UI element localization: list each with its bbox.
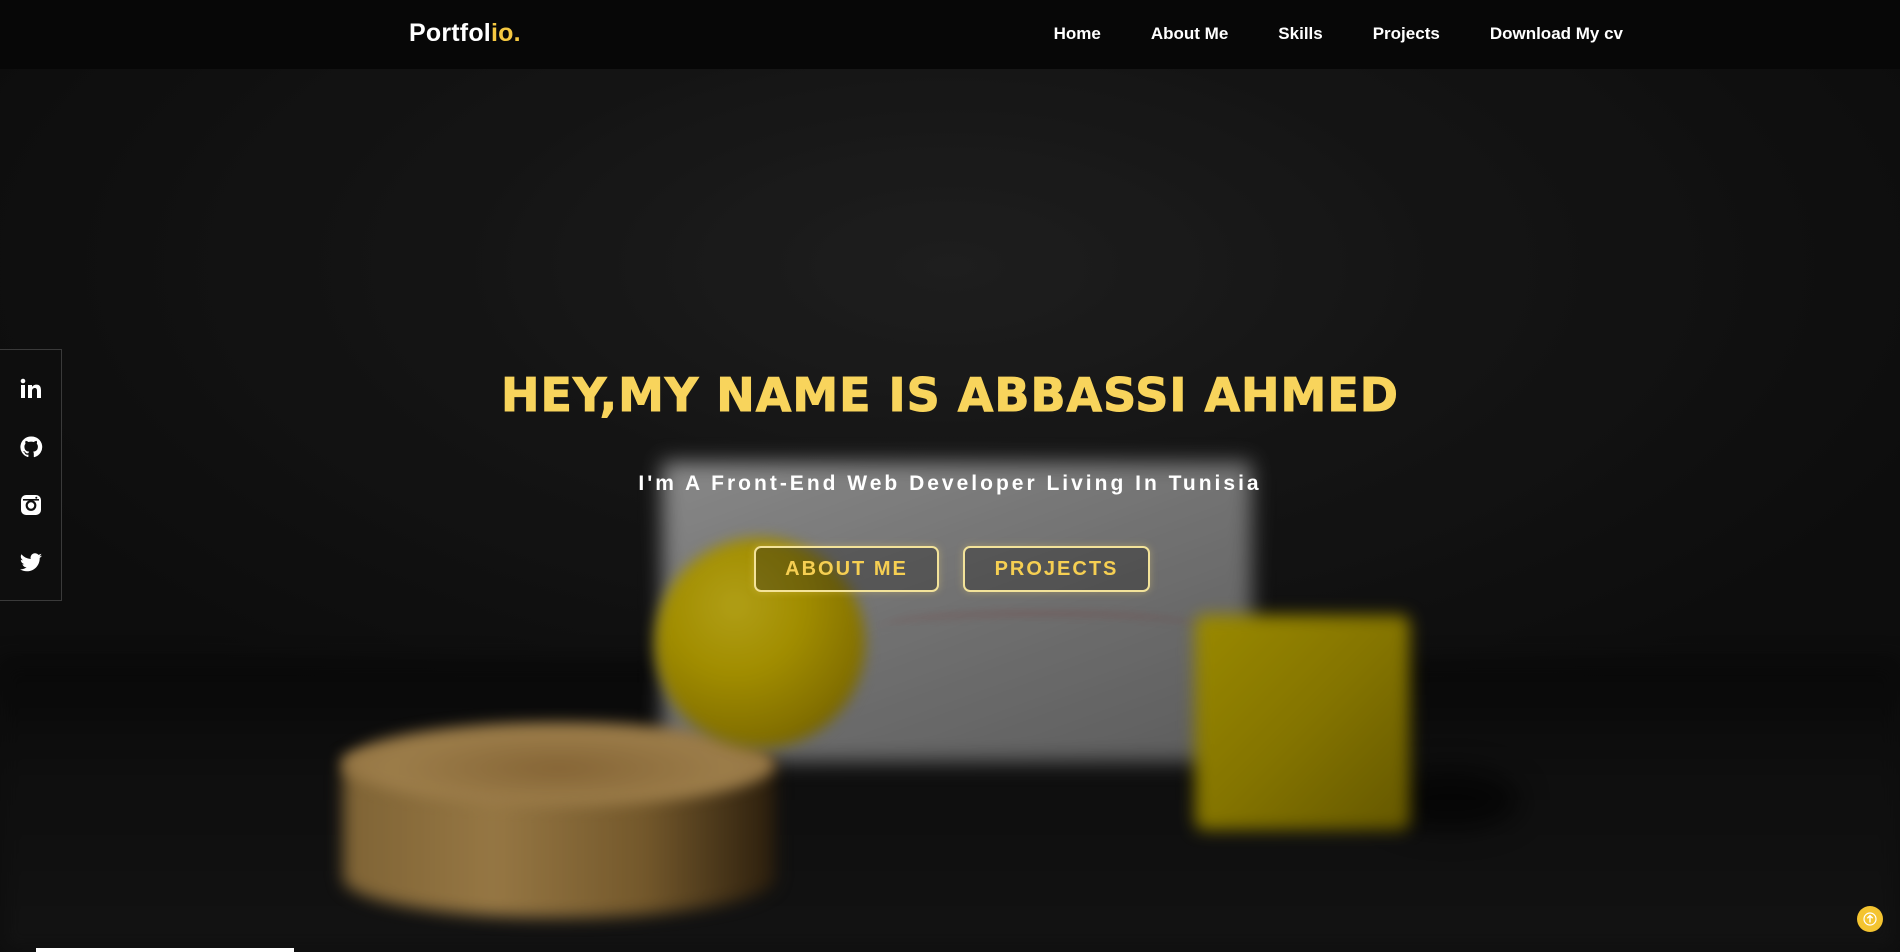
nav-link-download-cv[interactable]: Download My cv: [1490, 24, 1623, 44]
arrow-up-icon: [1863, 912, 1877, 926]
nav-link-projects[interactable]: Projects: [1373, 24, 1440, 44]
social-sidebar: [0, 349, 62, 601]
logo-accent-text: io.: [490, 19, 521, 47]
navbar: Portfolio. Home About Me Skills Projects…: [0, 0, 1900, 69]
github-icon[interactable]: [18, 434, 44, 460]
logo-main-text: Portfol: [409, 19, 491, 47]
nav-link-home[interactable]: Home: [1054, 24, 1101, 44]
projects-button[interactable]: PROJECTS: [963, 546, 1150, 592]
instagram-icon[interactable]: [18, 492, 44, 518]
linkedin-icon[interactable]: [18, 376, 44, 402]
scroll-to-top-button[interactable]: [1857, 906, 1883, 932]
twitter-icon[interactable]: [18, 550, 44, 576]
nav-link-about-me[interactable]: About Me: [1151, 24, 1228, 44]
scroll-progress-bar: [36, 948, 294, 952]
nav-link-skills[interactable]: Skills: [1278, 24, 1322, 44]
hero-subtitle: I'm A Front-End Web Developer Living In …: [638, 472, 1262, 495]
about-me-button[interactable]: ABOUT ME: [754, 546, 939, 592]
logo[interactable]: Portfolio.: [409, 19, 521, 48]
nav-links: Home About Me Skills Projects Download M…: [1004, 24, 1623, 44]
hero-title: HEY,MY NAME IS ABBASSI AHMED: [501, 368, 1399, 423]
